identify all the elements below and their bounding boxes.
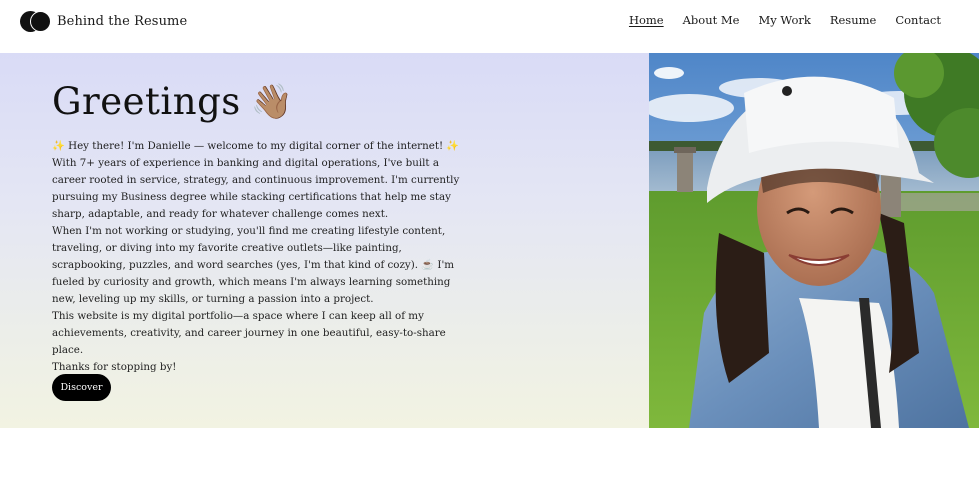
profile-photo bbox=[649, 53, 979, 428]
nav-about-link[interactable]: About Me bbox=[683, 13, 740, 27]
intro-paragraph: ✨ Hey there! I'm Danielle — welcome to m… bbox=[52, 140, 460, 152]
nav-work-link[interactable]: My Work bbox=[758, 13, 810, 27]
site-name: Behind the Resume bbox=[57, 14, 188, 29]
waving-hand-icon: 👋🏽 bbox=[250, 81, 294, 122]
intro-paragraph: With 7+ years of experience in banking a… bbox=[52, 157, 460, 220]
discover-button[interactable]: Discover bbox=[52, 374, 111, 401]
intro-paragraph: This website is my digital portfolio—a s… bbox=[52, 310, 446, 356]
site-header: Behind the Resume Home About Me My Work … bbox=[0, 0, 979, 53]
main-nav: Home About Me My Work Resume Contact bbox=[629, 13, 941, 27]
nav-contact-link[interactable]: Contact bbox=[895, 13, 941, 27]
nav-resume-link[interactable]: Resume bbox=[830, 13, 876, 27]
logo-icon bbox=[20, 11, 51, 32]
intro-paragraph: Thanks for stopping by! bbox=[52, 361, 177, 373]
intro-text: ✨ Hey there! I'm Danielle — welcome to m… bbox=[52, 138, 472, 376]
intro-paragraph: When I'm not working or studying, you'll… bbox=[52, 225, 455, 305]
site-logo[interactable]: Behind the Resume bbox=[20, 11, 187, 32]
title-text: Greetings bbox=[52, 80, 241, 123]
nav-home-link[interactable]: Home bbox=[629, 13, 664, 27]
hero-section: Greetings 👋🏽 ✨ Hey there! I'm Danielle —… bbox=[0, 53, 649, 428]
page-title: Greetings 👋🏽 bbox=[52, 80, 294, 123]
